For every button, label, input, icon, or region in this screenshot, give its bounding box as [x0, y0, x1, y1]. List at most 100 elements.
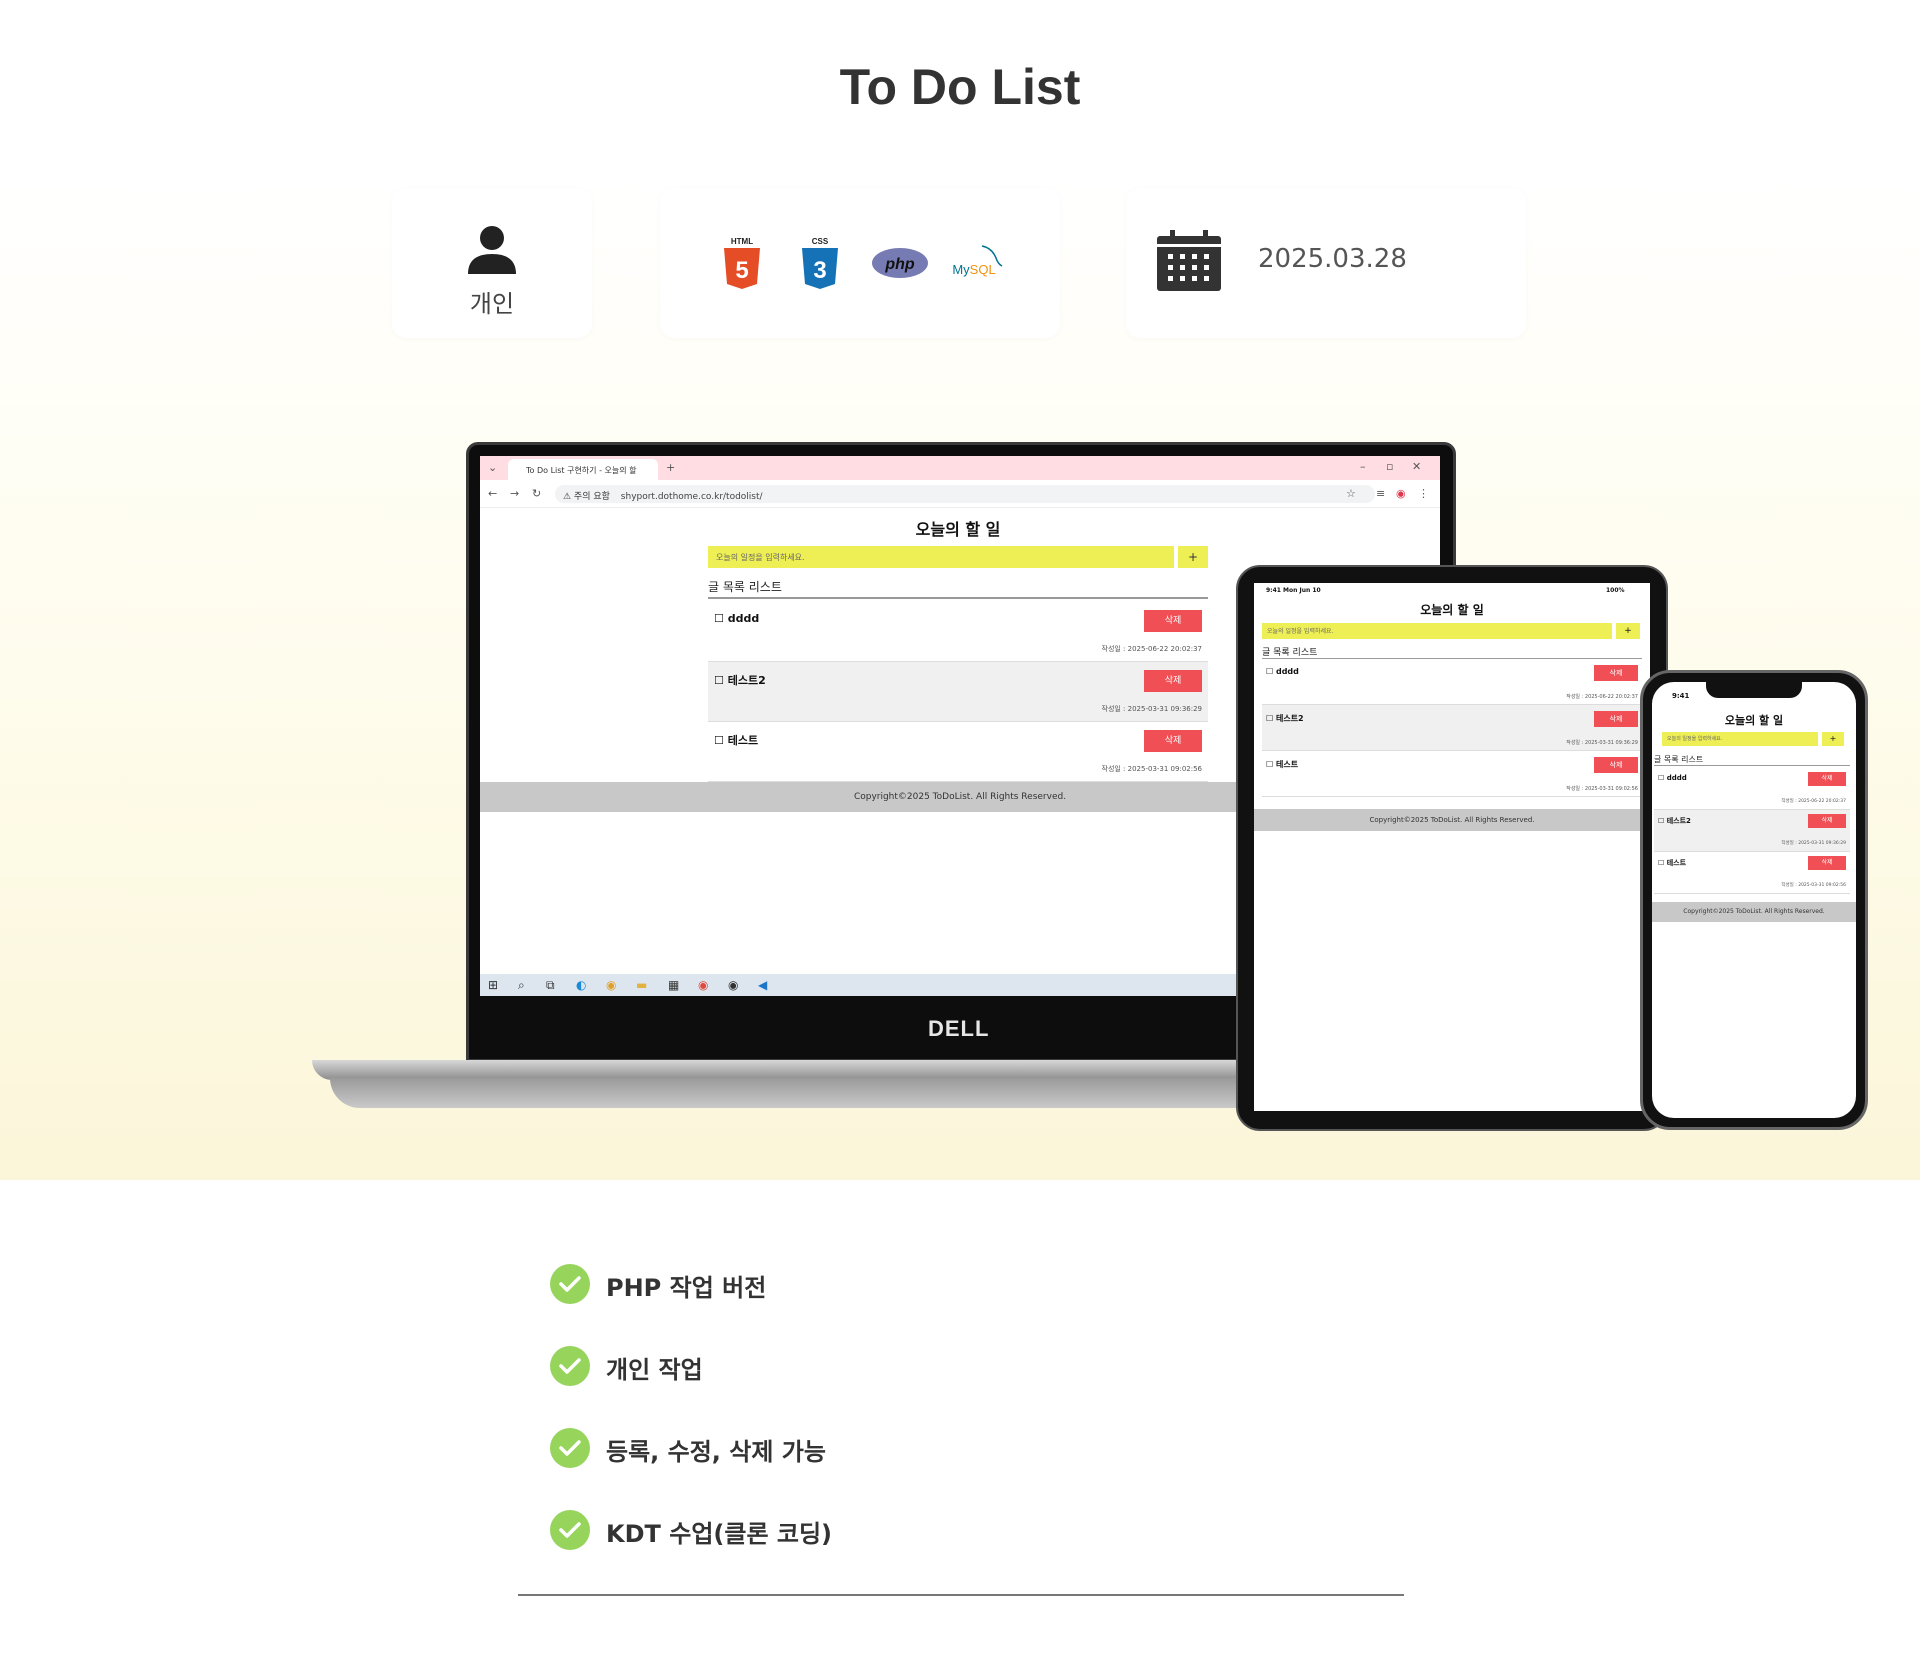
item-text[interactable]: ☐ 테스트: [1266, 759, 1298, 770]
item-text[interactable]: ☐ 테스트2: [1658, 816, 1691, 826]
phone-screen: 9:41 오늘의 할 일 오늘의 일정을 입력하세요. + 글 목록 리스트 ☐…: [1652, 682, 1856, 1118]
sticky-notes-icon[interactable]: ▦: [668, 978, 679, 992]
dell-logo: DELL: [928, 1016, 990, 1041]
page-title: To Do List: [839, 59, 1081, 115]
tablet-status-time: 9:41 Mon Jun 10: [1266, 587, 1321, 594]
browser-tab-strip: ⌄ To Do List 구현하기 - 오늘의 할 + – ▫ ✕: [480, 456, 1440, 480]
list-item: ☐ 테스트2 삭제 작성일 : 2025-03-31 09:36:29: [708, 662, 1208, 722]
add-button[interactable]: +: [1822, 732, 1844, 746]
edge-icon[interactable]: ◐: [576, 978, 586, 992]
list-item: ☐ dddd 삭제 작성일 : 2025-06-22 20:02:37: [708, 602, 1208, 662]
task-view-icon[interactable]: ⧉: [546, 978, 555, 993]
chrome-icon[interactable]: ◉: [728, 978, 738, 992]
checkbox[interactable]: ☐: [714, 734, 728, 747]
vscode-icon[interactable]: ◀: [758, 978, 767, 992]
app-title: 오늘의 할 일: [1724, 714, 1784, 727]
feature-text: KDT 수업(클론 코딩): [606, 1520, 833, 1548]
tab-menu-icon[interactable]: ⌄: [488, 461, 497, 474]
item-date: 작성일 : 2025-03-31 09:36:29: [1101, 705, 1202, 713]
security-warning[interactable]: ⚠ 주의 요함: [563, 492, 610, 502]
chrome-icon[interactable]: ◉: [606, 978, 616, 992]
delete-button[interactable]: 삭제: [1808, 814, 1846, 828]
section-divider: [518, 1594, 1404, 1596]
project-date: 2025.03.28: [1258, 244, 1407, 274]
item-text: 테스트2: [727, 674, 766, 687]
close-icon[interactable]: ✕: [1412, 460, 1421, 473]
feature-text: 개인 작업: [606, 1356, 703, 1384]
delete-button[interactable]: 삭제: [1144, 730, 1202, 752]
list-title: 글 목록 리스트: [1654, 754, 1850, 766]
reload-icon[interactable]: ↻: [532, 487, 541, 500]
file-explorer-icon[interactable]: ▬: [636, 978, 647, 992]
browser-tab[interactable]: To Do List 구현하기 - 오늘의 할: [508, 459, 658, 480]
app-title: 오늘의 할 일: [1420, 603, 1484, 617]
profile-icon[interactable]: ◉: [1396, 487, 1406, 500]
delete-button[interactable]: 삭제: [1594, 711, 1638, 727]
item-date: 작성일 : 2025-03-31 09:36:29: [1566, 740, 1638, 746]
type-label: 개인: [469, 290, 515, 318]
extension-icon[interactable]: ≡: [1376, 487, 1385, 500]
back-icon[interactable]: ←: [488, 487, 497, 500]
item-text[interactable]: ☐ dddd: [1266, 667, 1299, 676]
address-url: shyport.dothome.co.kr/todolist/: [620, 492, 763, 502]
list-item-checkbox-label[interactable]: ☐ dddd: [714, 612, 759, 625]
mysql-logo: MySQL: [952, 245, 1003, 277]
todo-input[interactable]: 오늘의 일정을 입력하세요.: [1262, 623, 1612, 639]
app-footer: Copyright©2025 ToDoList. All Rights Rese…: [1652, 902, 1856, 922]
php-logo: php: [872, 248, 928, 278]
minimize-icon[interactable]: –: [1360, 460, 1366, 473]
address-input[interactable]: ⚠ 주의 요함 shyport.dothome.co.kr/todolist/: [555, 485, 1375, 503]
menu-kebab-icon[interactable]: ⋮: [1418, 487, 1429, 500]
new-tab-button[interactable]: +: [666, 461, 675, 474]
person-icon: [468, 226, 516, 274]
add-button[interactable]: +: [1616, 623, 1640, 639]
todo-input[interactable]: 오늘의 일정을 입력하세요.: [1662, 732, 1818, 746]
windows-start-icon[interactable]: ⊞: [488, 978, 498, 992]
restore-icon[interactable]: ▫: [1386, 460, 1393, 473]
svg-text:CSS: CSS: [812, 237, 829, 246]
list-title: 글 목록 리스트: [1262, 645, 1642, 659]
item-text: 테스트: [727, 734, 759, 747]
delete-button[interactable]: 삭제: [1144, 670, 1202, 692]
search-icon[interactable]: ⌕: [518, 978, 525, 993]
check-icon: [550, 1264, 590, 1304]
check-icon: [550, 1428, 590, 1468]
item-text[interactable]: ☐ 테스트: [1658, 858, 1686, 868]
svg-text:HTML: HTML: [731, 237, 753, 246]
list-item-checkbox-label[interactable]: ☐ 테스트: [714, 732, 758, 748]
item-date: 작성일 : 2025-03-31 09:02:56: [1101, 765, 1202, 773]
item-date: 작성일 : 2025-03-31 09:02:56: [1781, 883, 1846, 888]
bookmark-star-icon[interactable]: ☆: [1346, 487, 1356, 500]
add-button[interactable]: +: [1178, 546, 1208, 568]
feature-text: 등록, 수정, 삭제 가능: [606, 1438, 826, 1466]
feature-item: KDT 수업(클론 코딩): [550, 1510, 1250, 1550]
tablet-screen: 9:41 Mon Jun 10 100% 오늘의 할 일 오늘의 일정을 입력하…: [1254, 583, 1650, 1111]
checkbox[interactable]: ☐: [714, 612, 728, 625]
item-date: 작성일 : 2025-03-31 09:36:29: [1781, 841, 1846, 846]
todo-input[interactable]: 오늘의 일정을 입력하세요.: [708, 546, 1174, 568]
list-item: ☐ 테스트2 삭제 작성일 : 2025-03-31 09:36:29: [1654, 810, 1850, 852]
svg-text:5: 5: [735, 257, 748, 284]
forward-icon[interactable]: →: [510, 487, 519, 500]
delete-button[interactable]: 삭제: [1594, 757, 1638, 773]
delete-button[interactable]: 삭제: [1808, 856, 1846, 870]
delete-button[interactable]: 삭제: [1808, 772, 1846, 786]
tablet-battery: 100%: [1606, 587, 1625, 594]
checkbox[interactable]: ☐: [714, 674, 728, 687]
list-item: ☐ 테스트 삭제 작성일 : 2025-03-31 09:02:56: [1654, 852, 1850, 894]
item-text[interactable]: ☐ 테스트2: [1266, 713, 1304, 724]
phone-status-time: 9:41: [1672, 692, 1690, 700]
delete-button[interactable]: 삭제: [1594, 665, 1638, 681]
svg-text:MySQL: MySQL: [952, 262, 995, 277]
item-text[interactable]: ☐ dddd: [1658, 774, 1687, 782]
svg-text:php: php: [884, 256, 915, 273]
list-item-checkbox-label[interactable]: ☐ 테스트2: [714, 672, 766, 688]
css3-logo: CSS 3: [802, 237, 838, 289]
item-date: 작성일 : 2025-06-22 20:02:37: [1101, 645, 1202, 653]
item-date: 작성일 : 2025-06-22 20:02:37: [1781, 799, 1846, 804]
delete-button[interactable]: 삭제: [1144, 610, 1202, 632]
feature-text: PHP 작업 버전: [606, 1274, 767, 1302]
date-card: 2025.03.28: [1126, 188, 1526, 338]
chrome-icon[interactable]: ◉: [698, 978, 708, 992]
phone-notch: [1706, 682, 1802, 698]
